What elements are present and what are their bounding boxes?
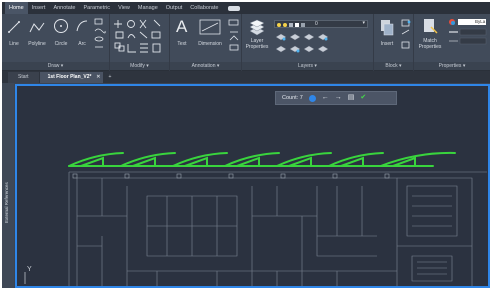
count-info-icon[interactable] xyxy=(308,94,316,102)
properties-panel: Match Properties ByLa Properties ▾ xyxy=(414,14,490,71)
close-icon[interactable]: ✕ xyxy=(96,72,100,83)
ribbon: Line Polyline Circle Arc Draw ▾ Modify ▾… xyxy=(2,14,490,71)
block-panel: Insert Block ▾ xyxy=(374,14,414,71)
layer-state-icons xyxy=(277,23,305,27)
floor-plan-drawing xyxy=(24,151,487,286)
ribbon-tabs: Home Insert Annotate Parametric View Man… xyxy=(2,2,490,14)
layer-properties-icon[interactable] xyxy=(248,19,266,37)
block-extra-icons[interactable] xyxy=(400,18,412,52)
annotation-panel: A Text Dimension Annotation ▾ xyxy=(170,14,242,71)
external-references-label: External References xyxy=(4,182,9,223)
tab-insert[interactable]: Insert xyxy=(28,2,50,14)
arrow-right-icon[interactable]: → xyxy=(335,91,342,105)
chevron-down-icon: ▾ xyxy=(362,20,365,26)
annotation-extra-icons[interactable] xyxy=(228,18,240,52)
new-tab-button[interactable]: + xyxy=(104,72,115,83)
layers-panel-title[interactable]: Layers ▾ xyxy=(242,62,373,70)
tab-1st-floor-plan[interactable]: 1st Floor Plan_V2* ✕ xyxy=(39,72,104,83)
checkmark-icon[interactable]: ✔ xyxy=(360,91,366,105)
layer-current-value: 0 xyxy=(315,21,318,27)
dimension-icon[interactable] xyxy=(199,19,221,35)
modify-tools-icons[interactable] xyxy=(114,18,168,56)
tab-title: 1st Floor Plan_V2* xyxy=(47,74,92,80)
insert-tool-label[interactable]: Insert xyxy=(376,41,398,47)
polyline-icon[interactable] xyxy=(29,20,45,34)
insert-block-icon[interactable] xyxy=(379,18,397,38)
tab-annotate[interactable]: Annotate xyxy=(49,2,79,14)
text-tool-icon[interactable]: A xyxy=(176,17,187,37)
annotation-panel-title[interactable]: Annotation ▾ xyxy=(170,62,241,70)
circle-icon[interactable] xyxy=(53,18,69,34)
arc-icon[interactable] xyxy=(75,19,89,33)
document-tabs: Start 1st Floor Plan_V2* ✕ + xyxy=(2,71,490,83)
layer-properties-label[interactable]: Layer Properties xyxy=(243,38,271,50)
line-icon[interactable] xyxy=(8,20,20,34)
bylayer-value[interactable]: ByLa xyxy=(475,19,485,24)
polyline-tool-label[interactable]: Polyline xyxy=(24,41,50,47)
tab-parametric[interactable]: Parametric xyxy=(79,2,114,14)
autocad-window: Home Insert Annotate Parametric View Man… xyxy=(2,2,490,288)
tab-collaborate[interactable]: Collaborate xyxy=(186,2,222,14)
drawing-viewport[interactable]: Y Count: 7 ← → ▤ ✔ xyxy=(15,84,490,288)
modify-panel: Modify ▾ xyxy=(110,14,170,71)
modify-panel-title[interactable]: Modify ▾ xyxy=(110,62,169,70)
dimension-tool-label[interactable]: Dimension xyxy=(193,41,227,47)
draw-panel: Line Polyline Circle Arc Draw ▾ xyxy=(2,14,110,71)
external-references-palette[interactable]: External References xyxy=(2,83,14,288)
layer-tools-icons[interactable] xyxy=(274,31,368,59)
arrow-left-icon[interactable]: ← xyxy=(322,91,329,105)
layers-panel: Layer Properties 0 ▾ Layers ▾ xyxy=(242,14,374,71)
properties-panel-title[interactable]: Properties ▾ xyxy=(414,62,490,70)
ucs-y-label: Y xyxy=(27,266,32,273)
match-properties-label[interactable]: Match Properties xyxy=(415,38,445,50)
tab-view[interactable]: View xyxy=(114,2,134,14)
insert-count-table-icon[interactable]: ▤ xyxy=(348,91,355,105)
line-tool-label[interactable]: Line xyxy=(4,41,24,47)
match-properties-icon[interactable] xyxy=(422,18,438,36)
circle-tool-label[interactable]: Circle xyxy=(50,41,72,47)
arc-tool-label[interactable]: Arc xyxy=(72,41,92,47)
tab-output[interactable]: Output xyxy=(162,2,187,14)
layer-dropdown[interactable]: 0 ▾ xyxy=(274,20,368,28)
ribbon-options-toggle[interactable] xyxy=(228,5,241,11)
block-panel-title[interactable]: Block ▾ xyxy=(374,62,413,70)
tab-manage[interactable]: Manage xyxy=(134,2,162,14)
draw-panel-title[interactable]: Draw ▾ xyxy=(2,62,109,70)
draw-extra-icons[interactable] xyxy=(93,17,107,51)
start-tab[interactable]: Start xyxy=(8,72,39,83)
count-label: Count: 7 xyxy=(282,95,303,101)
text-tool-label[interactable]: Text xyxy=(173,41,191,47)
count-toolbar: Count: 7 ← → ▤ ✔ xyxy=(275,91,397,105)
tab-home[interactable]: Home xyxy=(5,2,28,14)
